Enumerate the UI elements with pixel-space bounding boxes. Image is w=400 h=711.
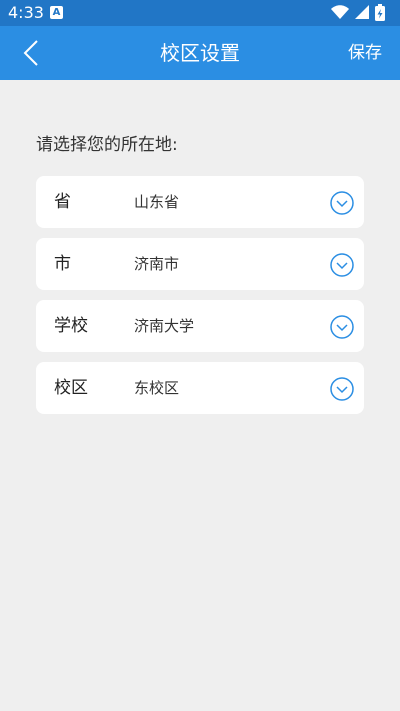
chevron-down-icon[interactable] xyxy=(330,315,354,339)
city-value: 济南市 xyxy=(134,255,180,273)
chevron-down-icon[interactable] xyxy=(330,377,354,401)
province-label: 省 xyxy=(54,192,71,212)
page-title: 校区设置 xyxy=(160,41,240,65)
status-bar: 4:33 A xyxy=(0,0,400,26)
wifi-icon xyxy=(331,5,349,19)
app-bar: 校区设置 保存 xyxy=(0,26,400,80)
city-select[interactable]: 市 济南市 xyxy=(36,238,364,290)
signal-icon xyxy=(355,5,369,19)
chevron-down-icon[interactable] xyxy=(330,191,354,215)
school-value: 济南大学 xyxy=(134,317,195,335)
province-value: 山东省 xyxy=(134,193,180,211)
save-button[interactable]: 保存 xyxy=(348,26,382,80)
battery-icon xyxy=(375,4,385,21)
status-time: 4:33 xyxy=(8,3,44,22)
chevron-down-icon[interactable] xyxy=(330,253,354,277)
school-select[interactable]: 学校 济南大学 xyxy=(36,300,364,352)
school-label: 学校 xyxy=(54,316,88,336)
a-notification-icon: A xyxy=(50,6,63,19)
status-icons xyxy=(330,4,392,22)
city-label: 市 xyxy=(54,254,71,274)
location-prompt: 请选择您的所在地: xyxy=(36,135,178,155)
campus-label: 校区 xyxy=(54,378,88,398)
province-select[interactable]: 省 山东省 xyxy=(36,176,364,228)
campus-select[interactable]: 校区 东校区 xyxy=(36,362,364,414)
campus-value: 东校区 xyxy=(134,379,180,397)
